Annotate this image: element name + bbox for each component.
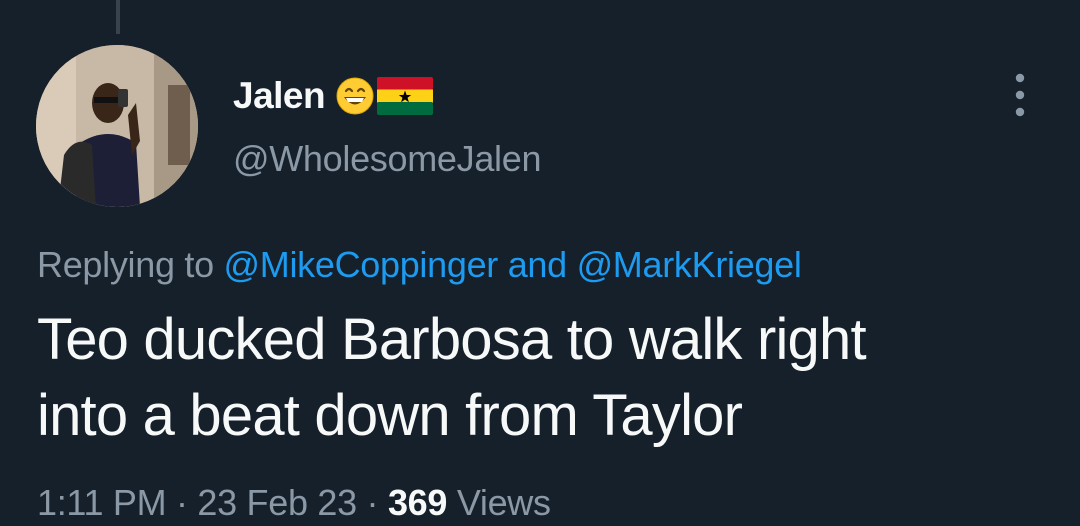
replying-to-line: Replying to @MikeCoppinger and @MarkKrie… xyxy=(37,244,802,286)
more-options-button[interactable] xyxy=(1002,70,1038,120)
tweet-text-line: Teo ducked Barbosa to walk right xyxy=(37,307,867,372)
replying-to-prefix: Replying to xyxy=(37,244,214,285)
mention-link-markkriegel[interactable]: @MarkKriegel xyxy=(577,244,802,285)
author-handle[interactable]: @WholesomeJalen xyxy=(233,138,541,180)
avatar[interactable] xyxy=(36,45,198,207)
tweet-text-line: into a beat down from Taylor xyxy=(37,383,743,448)
author-display-name[interactable]: Jalen xyxy=(233,75,326,117)
thread-connector-line xyxy=(116,0,120,34)
tweet-time[interactable]: 1:11 PM xyxy=(37,482,167,523)
views-count: 369 xyxy=(387,482,448,523)
tweet-date[interactable]: 23 Feb 23 xyxy=(197,482,357,523)
ghana-flag-icon xyxy=(377,77,434,115)
mention-link-mikecoppinger[interactable]: @MikeCoppinger xyxy=(224,244,499,285)
grinning-face-emoji-icon xyxy=(335,76,375,116)
views-label: Views xyxy=(456,482,551,523)
more-vertical-icon xyxy=(1015,73,1025,117)
author-name-row: Jalen xyxy=(233,74,434,118)
tweet-body-text: Teo ducked Barbosa to walk right into a … xyxy=(37,302,1047,454)
replying-to-conjunction: and xyxy=(507,244,567,285)
tweet-meta-row: 1:11 PM · 23 Feb 23 · 369 Views xyxy=(37,482,551,524)
meta-separator: · xyxy=(366,482,379,523)
meta-separator: · xyxy=(176,482,188,523)
